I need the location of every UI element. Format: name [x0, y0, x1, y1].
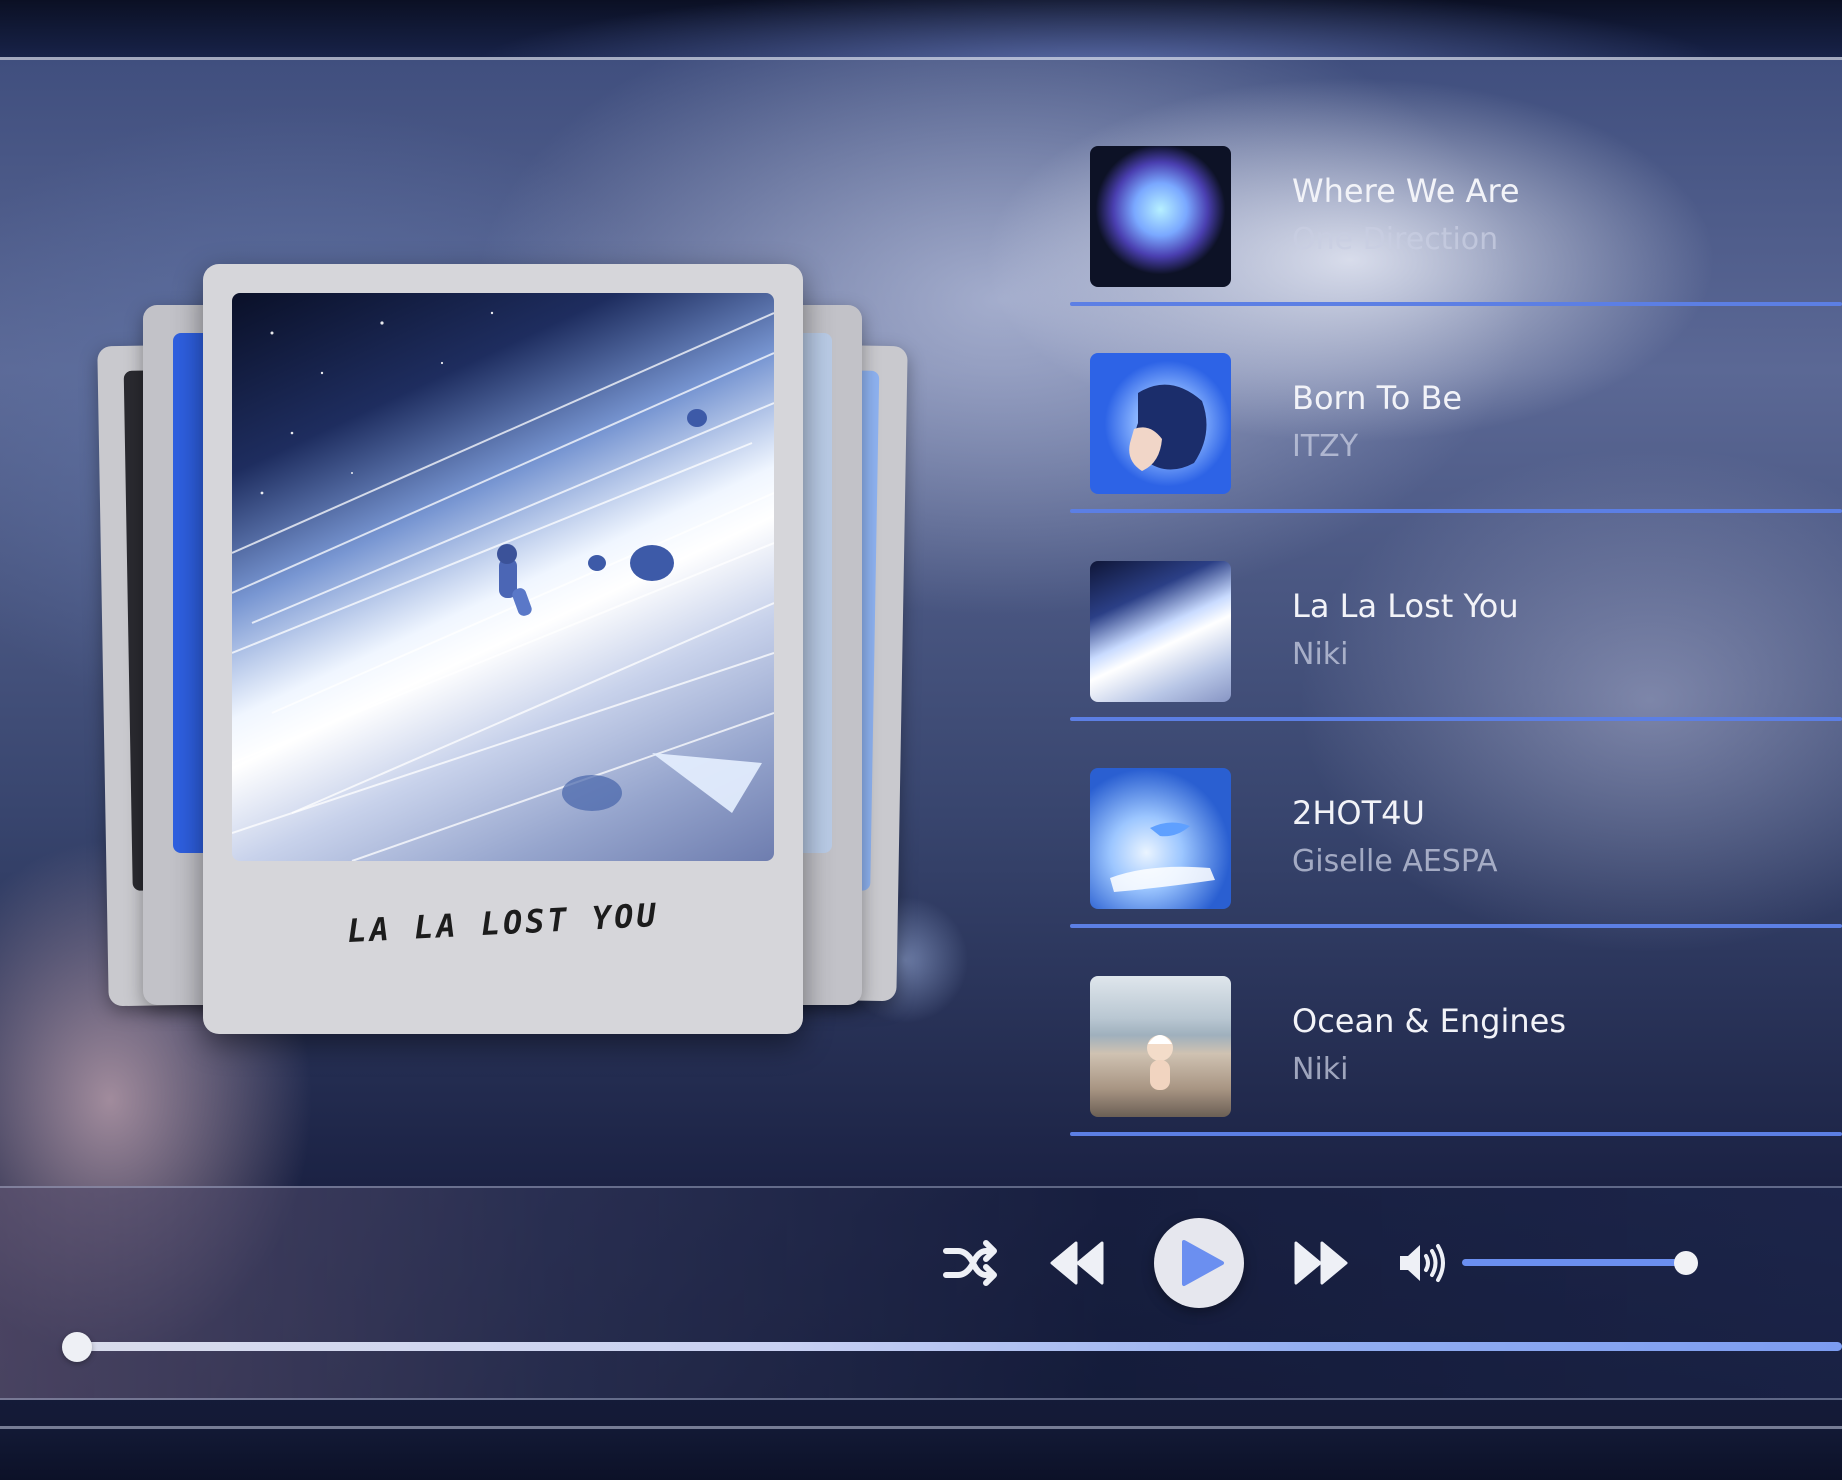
track-title: Where We Are — [1292, 172, 1520, 210]
track-thumbnail — [1090, 353, 1231, 494]
track-artist: Niki — [1292, 637, 1349, 672]
track-title: Ocean & Engines — [1292, 1002, 1566, 1040]
figure-graphic — [1147, 1035, 1173, 1090]
track-thumbnail — [1090, 768, 1231, 909]
item-divider — [1070, 1132, 1842, 1136]
play-icon — [1182, 1240, 1224, 1286]
track-thumbnail — [1090, 976, 1231, 1117]
track-artist: ITZY — [1292, 429, 1359, 464]
track-title: 2HOT4U — [1292, 794, 1425, 832]
track-artist: One Direction — [1292, 222, 1499, 257]
volume-slider-handle[interactable] — [1674, 1251, 1698, 1275]
item-divider — [1070, 302, 1842, 306]
previous-button[interactable] — [1046, 1238, 1108, 1288]
album-card-current[interactable]: LA LA LOST YOU — [203, 264, 803, 1034]
speaker-icon — [1400, 1244, 1445, 1282]
volume-slider-track[interactable] — [1462, 1259, 1686, 1266]
album-art — [232, 293, 774, 861]
bottom-band — [0, 1426, 1842, 1480]
track-thumbnail — [1090, 561, 1231, 702]
playlist-item[interactable]: Where We Are One Direction — [1070, 146, 1842, 354]
track-artist: Giselle AESPA — [1292, 844, 1498, 879]
fast-forward-icon — [1294, 1241, 1348, 1285]
rewind-icon — [1050, 1241, 1104, 1285]
top-band — [0, 0, 1842, 60]
hand-graphic — [1110, 822, 1215, 892]
playlist-item[interactable]: Born To Be ITZY — [1070, 353, 1842, 561]
playlist-item[interactable]: Ocean & Engines Niki — [1070, 976, 1842, 1184]
next-button[interactable] — [1290, 1238, 1352, 1288]
item-divider — [1070, 509, 1842, 513]
track-title: La La Lost You — [1292, 587, 1519, 625]
shuffle-icon — [943, 1240, 997, 1286]
playlist-item[interactable]: 2HOT4U Giselle AESPA — [1070, 768, 1842, 976]
volume-button[interactable] — [1396, 1240, 1448, 1286]
playlist-item[interactable]: La La Lost You Niki — [1070, 561, 1842, 769]
track-title: Born To Be — [1292, 379, 1463, 417]
track-artist: Niki — [1292, 1052, 1349, 1087]
play-button[interactable] — [1154, 1218, 1244, 1308]
item-divider — [1070, 924, 1842, 928]
shuffle-button[interactable] — [940, 1236, 1002, 1290]
progress-bar-track[interactable] — [68, 1342, 1842, 1351]
polaroid-caption: LA LA LOST YOU — [346, 895, 660, 951]
portrait-graphic — [1129, 384, 1207, 471]
track-thumbnail — [1090, 146, 1231, 287]
bottom-divider — [0, 1426, 1842, 1429]
item-divider — [1070, 717, 1842, 721]
top-divider — [0, 57, 1842, 60]
progress-bar-handle[interactable] — [62, 1332, 92, 1362]
album-art-illustration — [232, 311, 774, 861]
player-control-bar — [0, 1186, 1842, 1400]
